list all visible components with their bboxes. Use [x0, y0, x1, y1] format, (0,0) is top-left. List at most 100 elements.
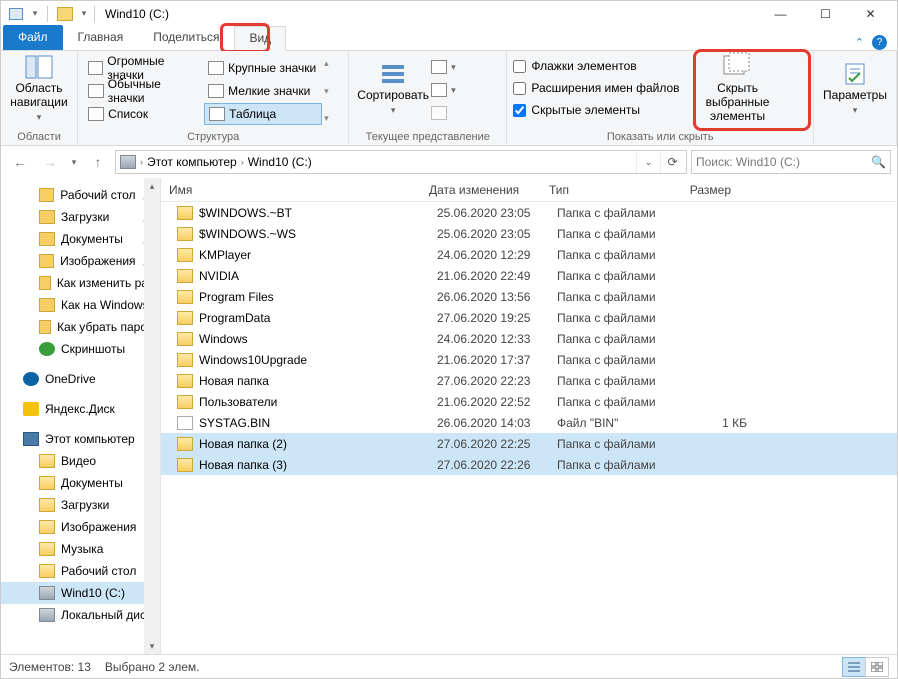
file-date: 24.06.2020 12:29: [437, 248, 557, 262]
nav-pc-item[interactable]: Видео: [1, 450, 160, 472]
nav-quick-item[interactable]: Документы📌: [1, 228, 160, 250]
file-row[interactable]: SYSTAG.BIN26.06.2020 14:03Файл "BIN"1 КБ: [161, 412, 897, 433]
file-row[interactable]: ProgramData27.06.2020 19:25Папка с файла…: [161, 307, 897, 328]
layout-option[interactable]: Обычные значки: [84, 80, 202, 102]
column-header-name[interactable]: Имя: [161, 183, 421, 197]
file-type: Папка с файлами: [557, 227, 677, 241]
group-by-button[interactable]: ▾: [431, 56, 495, 78]
layout-option[interactable]: Мелкие значки: [204, 80, 322, 102]
nav-quick-item[interactable]: Рабочий стол📌: [1, 184, 160, 206]
qat-dropdown[interactable]: ▾: [29, 4, 41, 24]
file-type: Папка с файлами: [557, 248, 677, 262]
address-dropdown-button[interactable]: ⌄: [636, 151, 660, 173]
back-button[interactable]: ←: [7, 149, 33, 175]
file-row[interactable]: Новая папка27.06.2020 22:23Папка с файла…: [161, 370, 897, 391]
maximize-button[interactable]: ☐: [803, 2, 848, 26]
nav-quick-item[interactable]: Изображения📌: [1, 250, 160, 272]
add-columns-button[interactable]: ▾: [431, 79, 495, 101]
folder-icon: [177, 269, 193, 283]
search-icon[interactable]: 🔍: [871, 155, 886, 169]
status-bar: Элементов: 13 Выбрано 2 элем.: [1, 654, 897, 678]
qat-overflow[interactable]: ▾: [78, 4, 90, 24]
column-headers: Имя Дата изменения Тип Размер: [161, 178, 897, 202]
file-row[interactable]: Windows10Upgrade21.06.2020 17:37Папка с …: [161, 349, 897, 370]
forward-button[interactable]: →: [37, 149, 63, 175]
nav-pc-item[interactable]: Рабочий стол: [1, 560, 160, 582]
close-button[interactable]: ✕: [848, 2, 893, 26]
nav-quick-item[interactable]: Скриншоты📌: [1, 338, 160, 360]
breadcrumb-thispc[interactable]: Этот компьютер: [145, 155, 239, 169]
navigation-pane-button[interactable]: Область навигации ▾: [7, 54, 71, 122]
sort-button[interactable]: Сортировать ▾: [355, 54, 431, 122]
tab-file[interactable]: Файл: [3, 25, 63, 50]
layout-option[interactable]: Таблица: [204, 103, 322, 125]
hide-selected-button[interactable]: Скрыть выбранные элементы: [688, 54, 788, 122]
checkbox-hidden-items[interactable]: Скрытые элементы: [513, 100, 679, 120]
file-row[interactable]: $WINDOWS.~WS25.06.2020 23:05Папка с файл…: [161, 223, 897, 244]
file-name: Program Files: [199, 290, 437, 304]
nav-onedrive[interactable]: OneDrive: [1, 368, 160, 390]
chevron-icon[interactable]: ›: [140, 157, 143, 167]
layout-expand-icon[interactable]: ▾: [324, 113, 329, 124]
qat-explorer-icon[interactable]: [5, 4, 27, 24]
nav-yandex-disk[interactable]: Яндекс.Диск: [1, 398, 160, 420]
nav-pc-item[interactable]: Загрузки: [1, 494, 160, 516]
recent-locations-button[interactable]: ▾: [67, 149, 81, 175]
file-name: NVIDIA: [199, 269, 437, 283]
file-type: Папка с файлами: [557, 395, 677, 409]
column-header-date[interactable]: Дата изменения: [421, 183, 541, 197]
collapse-ribbon-icon[interactable]: ⌃: [855, 36, 864, 49]
search-input[interactable]: Поиск: Wind10 (C:) 🔍: [691, 150, 891, 174]
nav-scrollbar[interactable]: ▴ ▾: [144, 178, 160, 654]
scroll-down-icon[interactable]: ▾: [144, 638, 160, 654]
layout-scroll-down-icon[interactable]: ▾: [324, 86, 329, 97]
layout-scroll-up-icon[interactable]: ▴: [324, 58, 329, 69]
nav-pc-item[interactable]: Музыка: [1, 538, 160, 560]
nav-pc-item[interactable]: Изображения: [1, 516, 160, 538]
layout-option[interactable]: Огромные значки: [84, 57, 202, 79]
file-row[interactable]: Program Files26.06.2020 13:56Папка с фай…: [161, 286, 897, 307]
size-columns-button[interactable]: [431, 102, 495, 124]
address-bar[interactable]: › Этот компьютер › Wind10 (C:) ⌄ ⟳: [115, 150, 687, 174]
folder-icon: [177, 206, 193, 220]
file-row[interactable]: Новая папка (3)27.06.2020 22:26Папка с ф…: [161, 454, 897, 475]
nav-this-pc[interactable]: Этот компьютер: [1, 428, 160, 450]
minimize-button[interactable]: —: [758, 2, 803, 26]
column-header-type[interactable]: Тип: [541, 183, 661, 197]
view-details-button[interactable]: [842, 657, 866, 677]
file-name: $WINDOWS.~WS: [199, 227, 437, 241]
help-icon[interactable]: ?: [872, 35, 887, 50]
refresh-button[interactable]: ⟳: [660, 151, 684, 173]
tab-share[interactable]: Поделиться: [138, 25, 234, 50]
nav-quick-item[interactable]: Как убрать пароль📌: [1, 316, 160, 338]
nav-quick-item[interactable]: Как на Windows📌: [1, 294, 160, 316]
file-row[interactable]: $WINDOWS.~BT25.06.2020 23:05Папка с файл…: [161, 202, 897, 223]
nav-pc-item[interactable]: Локальный диск: [1, 604, 160, 626]
file-row[interactable]: Windows24.06.2020 12:33Папка с файлами: [161, 328, 897, 349]
hide-selected-label: Скрыть выбранные элементы: [688, 82, 788, 123]
tab-view[interactable]: Вид: [234, 26, 286, 51]
file-type: Папка с файлами: [557, 290, 677, 304]
layout-option[interactable]: Список: [84, 103, 202, 125]
checkbox-file-extensions[interactable]: Расширения имен файлов: [513, 78, 679, 98]
nav-pc-item[interactable]: Wind10 (C:): [1, 582, 160, 604]
window-title: Wind10 (C:): [105, 7, 169, 21]
scroll-up-icon[interactable]: ▴: [144, 178, 160, 194]
chevron-icon[interactable]: ›: [241, 157, 244, 167]
nav-pc-item[interactable]: Документы: [1, 472, 160, 494]
file-row[interactable]: Пользователи21.06.2020 22:52Папка с файл…: [161, 391, 897, 412]
options-button[interactable]: Параметры ▾: [820, 54, 890, 122]
file-row[interactable]: KMPlayer24.06.2020 12:29Папка с файлами: [161, 244, 897, 265]
up-button[interactable]: ↑: [85, 149, 111, 175]
file-row[interactable]: NVIDIA21.06.2020 22:49Папка с файлами: [161, 265, 897, 286]
nav-quick-item[interactable]: Загрузки📌: [1, 206, 160, 228]
file-name: ProgramData: [199, 311, 437, 325]
file-row[interactable]: Новая папка (2)27.06.2020 22:25Папка с ф…: [161, 433, 897, 454]
layout-option[interactable]: Крупные значки: [204, 57, 322, 79]
nav-quick-item[interactable]: Как изменить разр📌: [1, 272, 160, 294]
tab-home[interactable]: Главная: [63, 25, 139, 50]
column-header-size[interactable]: Размер: [661, 183, 741, 197]
view-icons-button[interactable]: [865, 657, 889, 677]
checkbox-item-checkboxes[interactable]: Флажки элементов: [513, 56, 679, 76]
breadcrumb-drive[interactable]: Wind10 (C:): [246, 155, 314, 169]
